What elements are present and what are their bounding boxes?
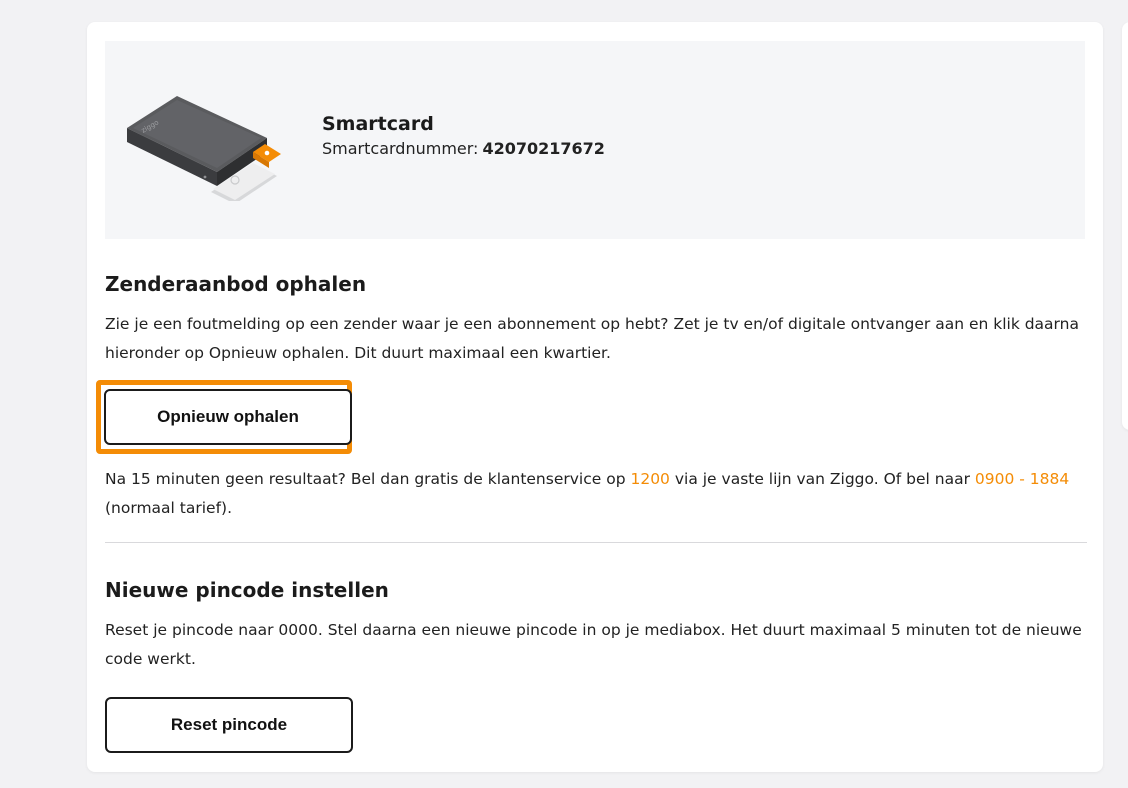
channels-section: Zenderaanbod ophalen Zie je een foutmeld… <box>105 270 1087 368</box>
smartcard-number-row: Smartcardnummer: 42070217672 <box>322 137 605 161</box>
section-divider <box>105 542 1087 543</box>
help-text-prefix: Na 15 minuten geen resultaat? Bel dan gr… <box>105 470 631 488</box>
product-panel: ziggo Smartcard Smartcardnummer: 42070217… <box>105 41 1085 239</box>
pincode-section: Nieuwe pincode instellen Reset je pincod… <box>105 576 1087 674</box>
channels-help: Na 15 minuten geen resultaat? Bel dan gr… <box>105 465 1087 523</box>
smartcard-number-value: 42070217672 <box>482 139 605 158</box>
smartcard-number-label: Smartcardnummer: <box>322 139 479 158</box>
refetch-channels-button[interactable]: Opnieuw ophalen <box>104 389 352 445</box>
channels-section-title: Zenderaanbod ophalen <box>105 272 367 296</box>
help-text-middle: via je vaste lijn van Ziggo. Of bel naar <box>669 470 975 488</box>
product-title: Smartcard <box>322 113 434 135</box>
pincode-section-description: Reset je pincode naar 0000. Stel daarna … <box>105 621 1082 668</box>
help-text-suffix: (normaal tarief). <box>105 499 233 517</box>
product-info: Smartcard Smartcardnummer: 42070217672 <box>322 111 605 161</box>
pincode-section-title: Nieuwe pincode instellen <box>105 578 389 602</box>
mediabox-smartcard-icon: ziggo <box>127 96 281 201</box>
phone-link-1200[interactable]: 1200 <box>630 470 669 488</box>
smartcard-card: ziggo Smartcard Smartcardnummer: 42070217… <box>87 22 1103 772</box>
side-card <box>1122 22 1128 430</box>
focus-highlight: Opnieuw ophalen <box>96 380 352 454</box>
reset-pincode-button[interactable]: Reset pincode <box>105 697 353 753</box>
channels-help-text: Na 15 minuten geen resultaat? Bel dan gr… <box>105 465 1087 523</box>
phone-link-0900[interactable]: 0900 - 1884 <box>975 470 1069 488</box>
channels-section-description: Zie je een foutmelding op een zender waa… <box>105 315 1079 362</box>
